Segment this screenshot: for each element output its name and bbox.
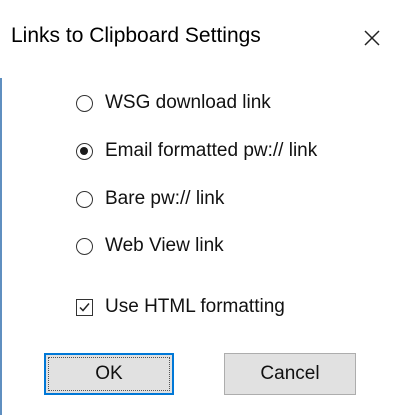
option-bare-link[interactable]: Bare pw:// link <box>76 184 224 214</box>
option-label: Web View link <box>105 235 224 256</box>
option-wsg-download-link[interactable]: WSG download link <box>76 88 271 118</box>
option-label: Bare pw:// link <box>105 188 225 209</box>
option-email-formatted-link[interactable]: Email formatted pw:// link <box>76 136 317 166</box>
radio-button-selected[interactable] <box>76 142 93 160</box>
option-label: WSG download link <box>105 92 271 113</box>
radio-dot <box>80 146 88 155</box>
dialog-title: Links to Clipboard Settings <box>11 24 261 47</box>
close-button[interactable] <box>354 20 390 56</box>
cancel-button-label: Cancel <box>260 363 320 384</box>
checkmark-icon <box>79 302 90 312</box>
settings-dialog: Links to Clipboard Settings WSG download… <box>0 0 401 415</box>
use-html-formatting-checkbox[interactable] <box>76 298 93 316</box>
cancel-button[interactable]: Cancel <box>224 353 356 395</box>
title-bar[interactable]: Links to Clipboard Settings <box>0 0 401 78</box>
radio-button[interactable] <box>76 94 93 112</box>
option-web-view-link[interactable]: Web View link <box>76 231 224 261</box>
radio-button[interactable] <box>76 190 93 208</box>
close-icon <box>364 30 380 46</box>
ok-button-label: OK <box>95 363 123 384</box>
radio-button[interactable] <box>76 237 93 255</box>
option-label: Email formatted pw:// link <box>105 140 318 161</box>
use-html-formatting-label: Use HTML formatting <box>105 296 285 317</box>
use-html-formatting-option[interactable]: Use HTML formatting <box>76 292 285 322</box>
ok-button[interactable]: OK <box>44 353 174 395</box>
